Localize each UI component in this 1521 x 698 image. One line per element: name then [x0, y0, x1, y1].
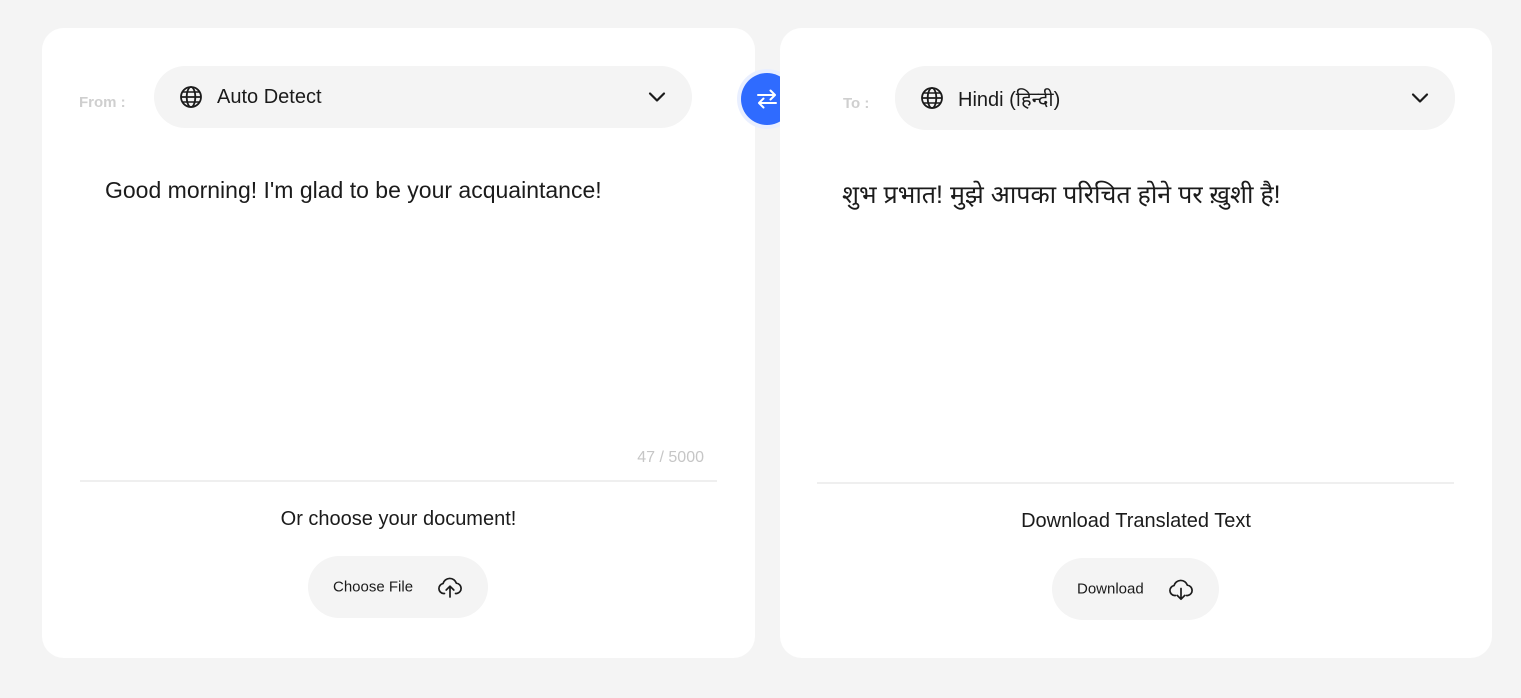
swap-arrows-icon [757, 89, 777, 109]
cloud-download-icon [1169, 579, 1193, 601]
character-count: 47 / 5000 [637, 449, 704, 466]
source-divider [80, 480, 717, 482]
globe-icon [921, 87, 943, 109]
target-divider [817, 482, 1454, 484]
document-prompt: Or choose your document! [280, 508, 517, 530]
globe-icon [180, 86, 202, 108]
source-text-input[interactable]: Good morning! I'm glad to be your acquai… [105, 174, 715, 206]
choose-file-button[interactable]: Choose File [308, 556, 488, 618]
translated-text-output: शुभ प्रभात! मुझे आपका परिचित होने पर ख़ु… [842, 181, 1281, 209]
source-language-select[interactable]: Auto Detect [154, 66, 692, 128]
source-panel: From : Auto Detect Good morning! I'm gla… [42, 28, 755, 658]
choose-file-label: Choose File [333, 578, 414, 596]
from-label: From : [79, 94, 126, 111]
cloud-upload-icon [438, 577, 462, 598]
source-language-value: Auto Detect [217, 85, 322, 108]
to-label: To : [843, 95, 870, 112]
download-label: Download [1077, 580, 1144, 598]
target-panel: To : Hindi (हिन्दी) शुभ प्रभात! मुझे आपक… [780, 28, 1492, 658]
chevron-down-icon [648, 92, 666, 102]
download-button[interactable]: Download [1052, 558, 1219, 620]
target-language-value: Hindi (हिन्दी) [958, 88, 1061, 111]
target-language-select[interactable]: Hindi (हिन्दी) [895, 66, 1455, 130]
chevron-down-icon [1411, 93, 1429, 103]
download-prompt: Download Translated Text [1021, 510, 1251, 532]
